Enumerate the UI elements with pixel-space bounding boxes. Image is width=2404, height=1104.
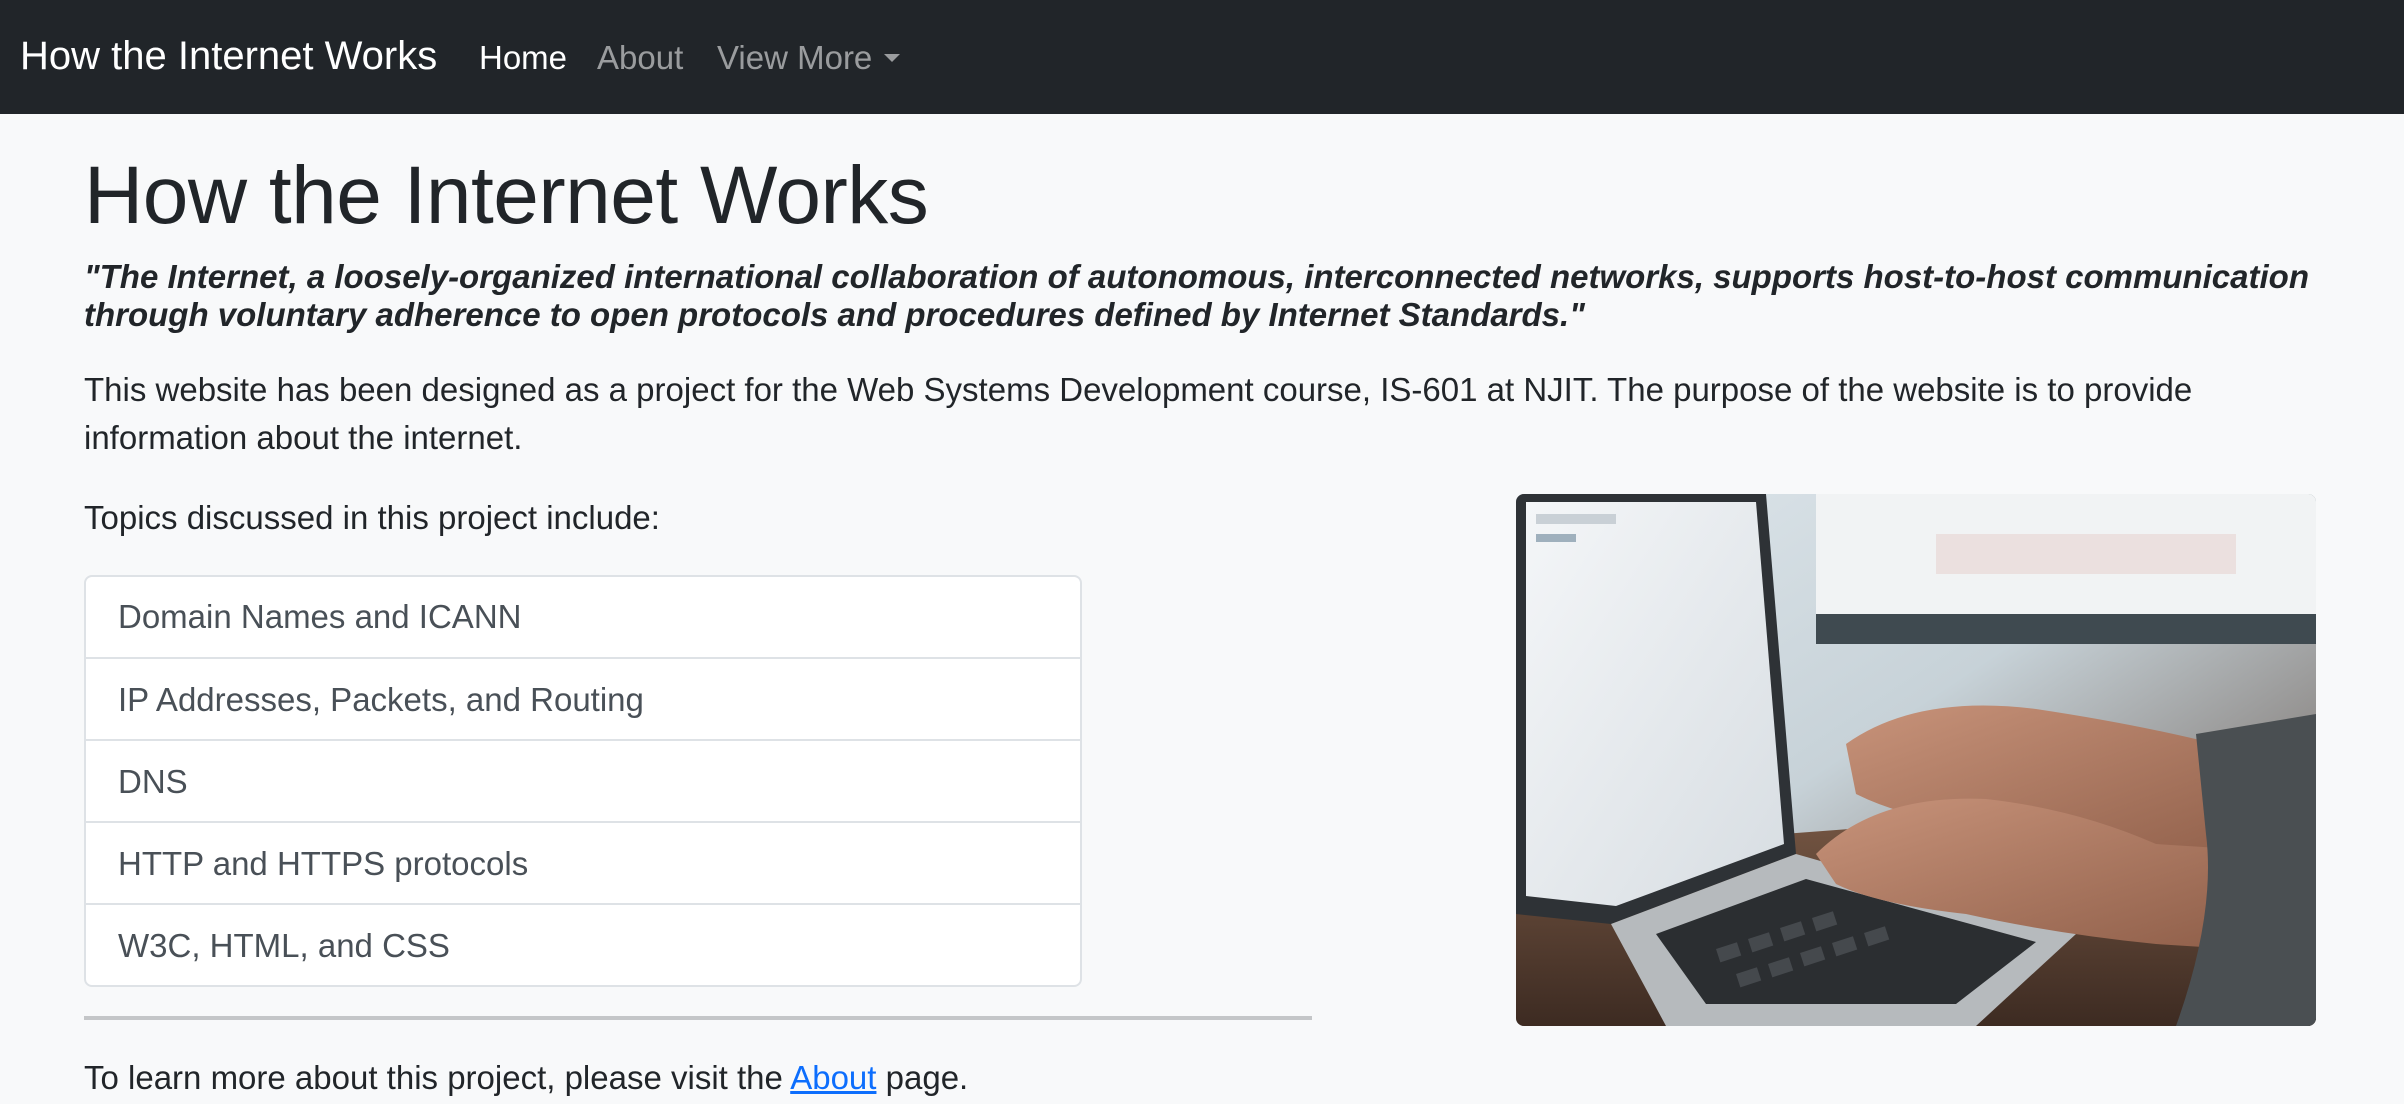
- intro-paragraph: This website has been designed as a proj…: [84, 371, 2193, 456]
- footer-text-before: To learn more about this project, please…: [84, 1059, 791, 1096]
- list-item: W3C, HTML, and CSS: [86, 903, 1080, 985]
- nav-dropdown-label: View More: [717, 39, 873, 76]
- laptop-typing-image: [1516, 494, 2316, 1026]
- internet-quote: "The Internet, a loosely-organized inter…: [84, 258, 2309, 333]
- nav-link-about[interactable]: About: [597, 38, 683, 78]
- nav-dropdown-view-more[interactable]: View More: [717, 38, 901, 78]
- nav-link-home[interactable]: Home: [479, 38, 567, 78]
- footer-text: To learn more about this project, please…: [84, 1054, 968, 1102]
- navbar-brand[interactable]: How the Internet Works: [20, 32, 437, 80]
- caret-down-icon: [884, 54, 901, 62]
- divider: [84, 1016, 1312, 1020]
- about-link[interactable]: About: [790, 1059, 876, 1096]
- navbar: How the Internet Works Home About View M…: [0, 0, 2404, 114]
- footer-text-after: page.: [876, 1059, 969, 1096]
- list-item: HTTP and HTTPS protocols: [86, 821, 1080, 903]
- list-item: IP Addresses, Packets, and Routing: [86, 657, 1080, 739]
- page-title: How the Internet Works: [84, 150, 929, 241]
- list-item: DNS: [86, 739, 1080, 821]
- topics-heading: Topics discussed in this project include…: [84, 499, 660, 536]
- topic-list: Domain Names and ICANN IP Addresses, Pac…: [84, 575, 1082, 987]
- list-item: Domain Names and ICANN: [118, 598, 522, 635]
